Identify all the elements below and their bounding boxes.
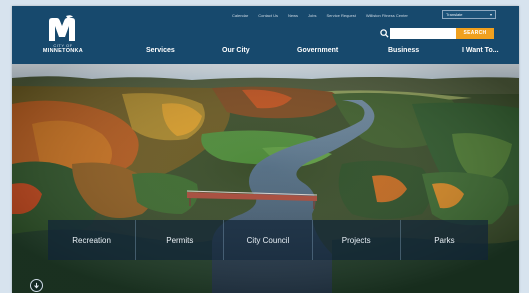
quick-link-parks[interactable]: Parks: [401, 220, 488, 260]
quick-links-bar: Recreation Permits City Council Projects…: [48, 220, 488, 260]
browser-frame: CITY OF MINNETONKA Calendar Contact Us N…: [12, 6, 519, 293]
quick-link-projects[interactable]: Projects: [313, 220, 401, 260]
nav-our-city[interactable]: Our City: [222, 47, 250, 54]
scroll-down-button[interactable]: [30, 279, 43, 292]
utility-link-fitness-center[interactable]: Williston Fitness Center: [366, 13, 408, 18]
search-button[interactable]: SEARCH: [456, 27, 494, 39]
site-header: CITY OF MINNETONKA Calendar Contact Us N…: [12, 6, 519, 64]
nav-government[interactable]: Government: [297, 47, 338, 54]
translate-select[interactable]: Translate ▾: [442, 10, 496, 19]
utility-link-contact[interactable]: Contact Us: [258, 13, 278, 18]
utility-link-news[interactable]: News: [288, 13, 298, 18]
search-input[interactable]: [390, 27, 456, 39]
utility-link-service-request[interactable]: Service Request: [327, 13, 356, 18]
quick-link-city-council[interactable]: City Council: [224, 220, 313, 260]
hero-banner: Recreation Permits City Council Projects…: [12, 64, 519, 293]
logo-m-icon: [49, 15, 75, 41]
nav-i-want-to[interactable]: I Want To...: [462, 47, 499, 54]
scroll-down-icon: [34, 282, 39, 289]
nav-services[interactable]: Services: [146, 47, 175, 54]
utility-link-jobs[interactable]: Jobs: [308, 13, 316, 18]
translate-label: Translate: [446, 12, 463, 17]
utility-nav: Calendar Contact Us News Jobs Service Re…: [232, 11, 408, 19]
logo-name-text: MINNETONKA: [42, 48, 84, 54]
quick-link-permits[interactable]: Permits: [136, 220, 225, 260]
search-bar: SEARCH: [378, 27, 496, 39]
quick-link-recreation[interactable]: Recreation: [48, 220, 137, 260]
nav-business[interactable]: Business: [388, 47, 419, 54]
search-icon: [378, 27, 390, 39]
site-logo[interactable]: CITY OF MINNETONKA: [40, 15, 86, 57]
chevron-down-icon: ▾: [489, 12, 492, 17]
utility-link-calendar[interactable]: Calendar: [232, 13, 248, 18]
main-nav: Services Our City Government Business I …: [112, 47, 512, 59]
